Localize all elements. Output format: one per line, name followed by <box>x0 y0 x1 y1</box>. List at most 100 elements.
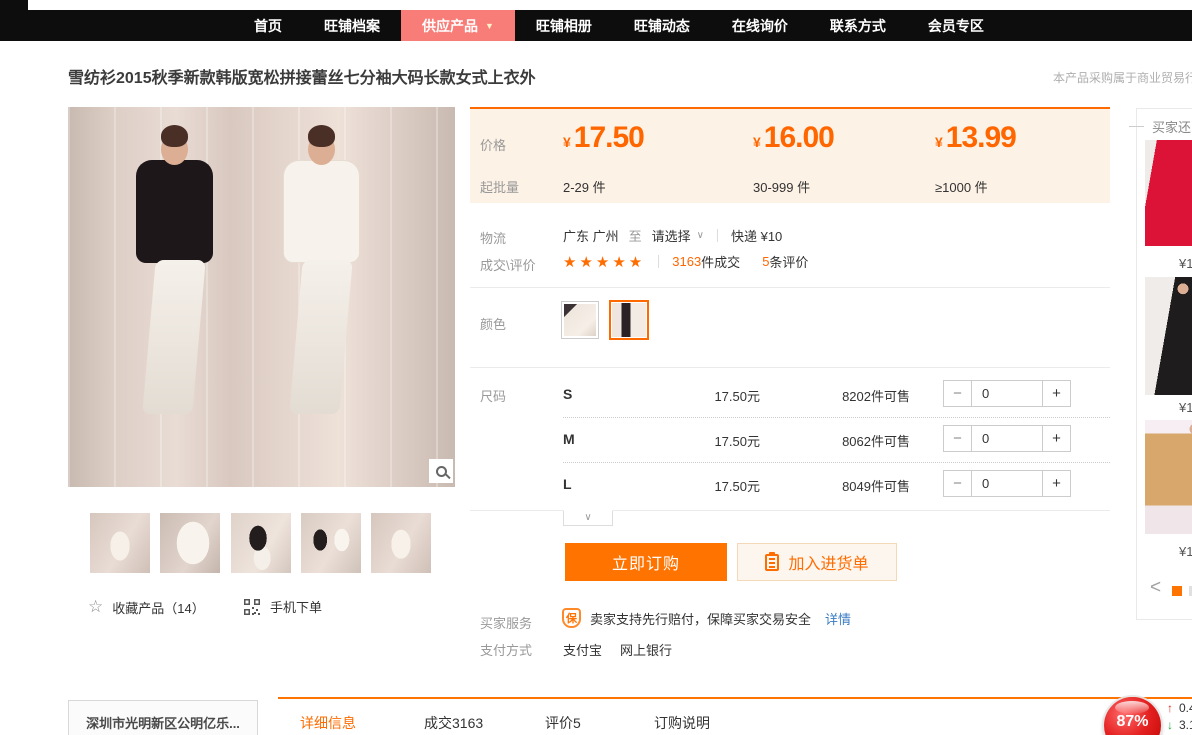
shield-badge-icon: 保 <box>562 608 581 628</box>
related-price-1: ¥1 <box>1179 256 1192 271</box>
rating-down-value: 3.1 <box>1179 718 1192 732</box>
gallery-thumbnail-1[interactable] <box>90 513 150 573</box>
rating-percent: 87% <box>1116 713 1148 735</box>
chevron-down-icon[interactable]: ∨ <box>697 230 704 241</box>
payment-row: 支付宝 网上银行 <box>563 640 672 659</box>
price-label: 价格 <box>480 135 506 154</box>
favorite-label: 收藏产品（14） <box>112 598 204 617</box>
gallery-thumbnail-5[interactable] <box>371 513 431 573</box>
feedback-row: ★★★★★ 3163 件成交 5 条评价 <box>563 252 808 271</box>
chevron-down-icon: ∨ <box>584 513 591 523</box>
mobile-order-button[interactable]: 手机下单 <box>244 597 322 616</box>
tier-price: 17.50 <box>574 121 644 154</box>
rating-trend: ↑ 0.4 ↓ 3.1 <box>1167 699 1192 733</box>
nav-item-inquiry[interactable]: 在线询价 <box>711 10 809 41</box>
nav-label: 旺铺相册 <box>536 16 592 36</box>
image-figure-black-top <box>126 134 223 468</box>
tab-reviews[interactable]: 评价5 <box>545 713 581 733</box>
add-to-cart-button[interactable]: 加入进货单 <box>737 543 897 581</box>
gallery-thumbnail-3[interactable] <box>231 513 291 573</box>
favorite-product-button[interactable]: ☆ 收藏产品（14） <box>88 597 205 617</box>
size-name-s: S <box>563 386 572 402</box>
company-name: 深圳市光明新区公明亿乐... <box>86 713 240 732</box>
destination-select[interactable]: 请选择 <box>652 226 691 245</box>
image-figure-white-top <box>273 134 370 468</box>
tabs-accent-line <box>278 697 1192 699</box>
minus-button[interactable]: − <box>943 380 972 407</box>
related-products-title: 买家还 <box>1129 117 1191 136</box>
tier-qty-3: ≥1000 件 <box>935 177 988 196</box>
minus-button[interactable]: − <box>943 425 972 452</box>
size-stock-s: 8202件可售 <box>810 386 910 405</box>
color-label: 颜色 <box>480 314 506 333</box>
chevron-left-icon[interactable]: < <box>1150 577 1161 599</box>
product-page: 首页 旺铺档案 供应产品▼ 旺铺相册 旺铺动态 在线询价 联系方式 会员专区 雪… <box>0 0 1192 735</box>
review-count[interactable]: 5 <box>762 254 769 269</box>
deal-count[interactable]: 3163 <box>672 254 701 269</box>
magnifier-button[interactable] <box>429 459 453 483</box>
divider <box>563 462 1110 463</box>
nav-item-home[interactable]: 首页 <box>233 10 303 41</box>
plus-button[interactable]: + <box>1042 470 1071 497</box>
tab-order-notes[interactable]: 订购说明 <box>654 713 710 733</box>
nav-item-products[interactable]: 供应产品▼ <box>401 10 515 41</box>
divider <box>470 287 1110 288</box>
rating-up-value: 0.4 <box>1179 701 1192 715</box>
color-swatch-2-selected[interactable] <box>609 300 649 340</box>
nav-label: 旺铺动态 <box>634 16 690 36</box>
nav-item-album[interactable]: 旺铺相册 <box>515 10 613 41</box>
express-fee: 快递 ¥10 <box>731 226 782 245</box>
company-card[interactable]: 深圳市光明新区公明亿乐... <box>68 700 258 735</box>
logistics-origin: 广东 广州 <box>563 226 619 245</box>
color-swatch-1[interactable] <box>561 301 599 339</box>
nav-item-contact[interactable]: 联系方式 <box>809 10 907 41</box>
page-title: 雪纺衫2015秋季新款韩版宽松拼接蕾丝七分袖大码长款女式上衣外 <box>68 64 536 88</box>
quantity-input-l[interactable] <box>972 470 1042 497</box>
expand-sizes-button[interactable]: ∨ <box>563 510 613 526</box>
service-detail-link[interactable]: 详情 <box>825 609 851 628</box>
tier-price: 16.00 <box>764 121 834 154</box>
gallery-thumbnail-4[interactable] <box>301 513 361 573</box>
plus-button[interactable]: + <box>1042 425 1071 452</box>
nav-label: 首页 <box>254 16 282 36</box>
top-nav: 首页 旺铺档案 供应产品▼ 旺铺相册 旺铺动态 在线询价 联系方式 会员专区 <box>233 10 1005 41</box>
add-to-cart-label: 加入进货单 <box>788 550 868 574</box>
plus-button[interactable]: + <box>1042 380 1071 407</box>
logistics-row: 广东 广州 至 请选择 ∨ 快递 ¥10 <box>563 226 782 245</box>
moq-label: 起批量 <box>480 177 519 196</box>
currency-symbol: ¥ <box>563 134 571 150</box>
nav-label: 会员专区 <box>928 16 984 36</box>
price-tier-1: ¥17.50 <box>563 121 644 155</box>
deal-suffix[interactable]: 件成交 <box>701 252 740 271</box>
divider <box>717 229 718 242</box>
related-product-3[interactable] <box>1145 420 1192 534</box>
swatch-image <box>564 304 596 336</box>
gallery-thumbnail-2[interactable] <box>160 513 220 573</box>
seller-rating-badge[interactable]: 87% <box>1104 697 1161 735</box>
related-price-2: ¥1 <box>1179 400 1192 415</box>
minus-button[interactable]: − <box>943 470 972 497</box>
nav-item-shop-profile[interactable]: 旺铺档案 <box>303 10 401 41</box>
related-title-label: 买家还 <box>1152 117 1191 136</box>
related-product-2[interactable] <box>1145 277 1192 395</box>
order-now-button[interactable]: 立即订购 <box>565 543 727 581</box>
mobile-order-label: 手机下单 <box>270 597 322 616</box>
star-rating-icons: ★★★★★ <box>563 253 645 271</box>
review-suffix[interactable]: 条评价 <box>769 252 808 271</box>
feedback-label: 成交\评价 <box>480 255 536 274</box>
arrow-up-icon: ↑ <box>1167 701 1173 715</box>
related-price-3: ¥1 <box>1179 544 1192 559</box>
tab-deals[interactable]: 成交3163 <box>424 713 483 733</box>
product-main-image[interactable] <box>68 107 455 487</box>
pagination-dot-active[interactable] <box>1172 586 1182 596</box>
related-product-1[interactable] <box>1145 140 1192 246</box>
quantity-input-m[interactable] <box>972 425 1042 452</box>
trade-note: 本产品采购属于商业贸易行 <box>1053 69 1192 86</box>
size-stock-m: 8062件可售 <box>810 431 910 450</box>
service-text: 卖家支持先行赔付，保障买家交易安全 <box>590 609 811 628</box>
quantity-input-s[interactable] <box>972 380 1042 407</box>
nav-item-news[interactable]: 旺铺动态 <box>613 10 711 41</box>
chevron-down-icon: ▼ <box>485 21 494 31</box>
tab-detail-info[interactable]: 详细信息 <box>300 713 356 733</box>
nav-item-member[interactable]: 会员专区 <box>907 10 1005 41</box>
